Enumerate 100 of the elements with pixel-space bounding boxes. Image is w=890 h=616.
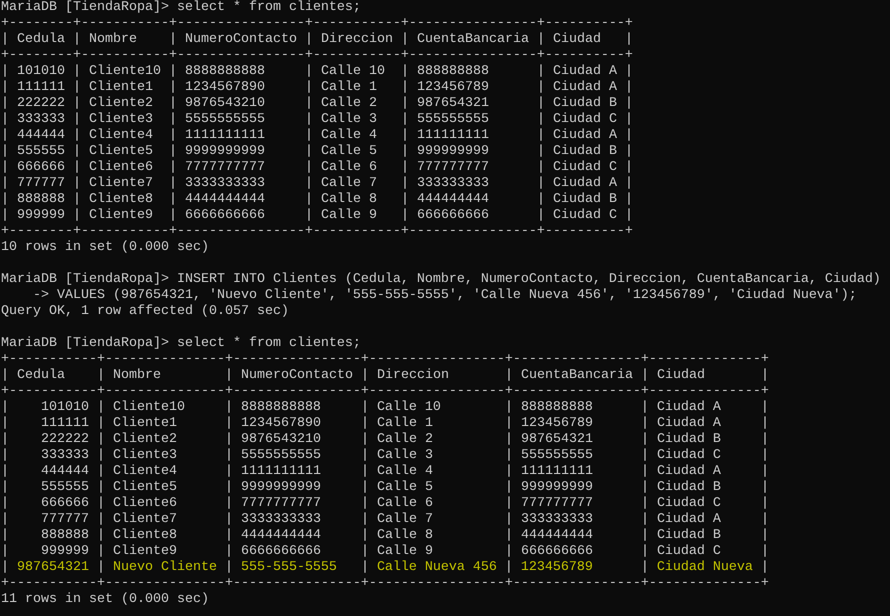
table-cell: 5555555555 — [240, 448, 321, 463]
table-cell: Calle 3 — [376, 448, 433, 463]
column-header: NumeroContacto — [241, 368, 353, 383]
table-border: +-----------+---------------+----------------+-----------------+----------------+--------------+ — [1, 352, 769, 367]
table-cell-text: 666666 — [40, 496, 89, 512]
command-text: select * from clientes; — [176, 0, 361, 15]
table-cell: 888888888 — [416, 64, 489, 79]
table-cell: 8888888888 — [240, 400, 321, 415]
table-cell: Cliente2 — [112, 432, 177, 447]
table-cell: 9876543210 — [185, 96, 265, 111]
table-cell: 888888888 — [520, 400, 593, 415]
column-header: Ciudad — [656, 368, 705, 383]
table-cell: 444444 — [17, 128, 65, 143]
table-cell: Calle 4 — [376, 464, 433, 479]
table-cell: Calle 10 — [376, 400, 441, 415]
table-cell: Cliente9 — [112, 544, 177, 559]
column-header: Nombre — [113, 368, 161, 383]
table-cell: 9876543210 — [240, 432, 321, 447]
table-cell: 987654321 — [520, 432, 593, 447]
table-cell: 555555555 — [416, 112, 489, 127]
table-cell: Ciudad A — [656, 400, 721, 415]
table-cell: Ciudad C — [552, 208, 617, 223]
table-cell: Calle 2 — [376, 432, 433, 447]
table-cell: 123456789 — [416, 80, 489, 95]
table-cell: Ciudad B — [656, 480, 721, 495]
table-cell: Calle 4 — [320, 128, 377, 143]
table-cell: 222222 — [17, 96, 65, 111]
table-cell: Ciudad A — [552, 80, 617, 95]
table-cell: Ciudad B — [552, 96, 617, 111]
table-cell: 1111111111 — [240, 464, 321, 479]
table-cell: Ciudad B — [656, 432, 721, 447]
table-cell: 1234567890 — [240, 416, 321, 431]
table-cell: Calle 9 — [320, 208, 377, 223]
output-message: 11 rows in set (0.000 sec) — [1, 592, 209, 607]
table-cell: Ciudad C — [656, 544, 721, 559]
table-cell: 999999 — [17, 208, 65, 223]
table-cell-text: 101010 — [40, 400, 89, 416]
table-cell: 333333333 — [520, 512, 593, 527]
column-header: NumeroContacto — [185, 32, 297, 47]
table-cell: Ciudad A — [656, 416, 721, 431]
column-header: Nombre — [89, 32, 137, 47]
table-cell: Cliente10 — [112, 400, 185, 415]
table-cell: 555555555 — [520, 448, 593, 463]
table-border: +--------+-----------+----------------+-----------+----------------+----------+ — [1, 224, 633, 239]
table-cell: 555555 — [17, 144, 65, 159]
table-cell: 9999999999 — [240, 480, 321, 495]
table-cell: Ciudad C — [656, 496, 721, 511]
command-text: INSERT INTO Clientes (Cedula, Nombre, NumeroContacto, Direccion, CuentaBancaria, Ciudad) — [176, 272, 881, 287]
table-cell: 111111 — [17, 80, 65, 95]
table-cell: 999999999 — [416, 144, 489, 159]
command-text: VALUES (987654321, 'Nuevo Cliente', '555-555-5555', 'Calle Nueva 456', '123456789', 'Ciudad Nueva'); — [56, 288, 857, 303]
table-cell-text: 111111 — [40, 416, 89, 432]
column-header: CuentaBancaria — [520, 368, 633, 383]
table-cell: Ciudad B — [552, 192, 617, 207]
prompt: MariaDB [TiendaRopa]> — [1, 0, 169, 15]
table-cell: 4444444444 — [240, 528, 321, 543]
table-cell: Ciudad A — [552, 64, 617, 79]
table-cell: Ciudad Nueva — [656, 560, 753, 575]
prompt: -> — [32, 288, 49, 303]
table-cell: 3333333333 — [185, 176, 265, 191]
table-cell: 123456789 — [520, 560, 593, 575]
table-cell: Cliente1 — [89, 80, 153, 95]
table-cell: Ciudad A — [656, 464, 721, 479]
table-cell: 111111111 — [416, 128, 489, 143]
table-cell: Cliente7 — [112, 512, 177, 527]
table-cell: Ciudad A — [656, 512, 721, 527]
table-cell: 987654321 — [416, 96, 489, 111]
table-cell: 777777777 — [520, 496, 593, 511]
column-header: Cedula — [17, 368, 65, 383]
table-cell-text: 444444 — [40, 464, 89, 480]
table-cell: 333333 — [17, 112, 65, 127]
table-cell: 666666 — [17, 160, 65, 175]
table-cell: Cliente4 — [89, 128, 153, 143]
table-cell: Cliente5 — [89, 144, 153, 159]
column-header: Direccion — [320, 32, 393, 47]
table-cell: 999999999 — [520, 480, 593, 495]
table-cell: Calle 1 — [320, 80, 377, 95]
table-cell-text: 777777 — [40, 512, 89, 528]
table-border: +--------+-----------+----------------+-----------+----------------+----------+ — [1, 48, 633, 63]
table-cell-text: 222222 — [40, 432, 89, 448]
output-message: Query OK, 1 row affected (0.057 sec) — [1, 304, 289, 319]
table-cell: Calle 6 — [376, 496, 433, 511]
table-cell: Cliente3 — [89, 112, 153, 127]
table-cell: Ciudad C — [656, 448, 721, 463]
table-cell: Calle 8 — [320, 192, 377, 207]
table-cell-text: 999999 — [40, 544, 89, 560]
table-cell: Cliente1 — [112, 416, 177, 431]
table-cell: Calle 6 — [320, 160, 377, 175]
table-cell: Calle 5 — [376, 480, 433, 495]
table-cell: 888888 — [17, 192, 65, 207]
table-cell: Calle 2 — [320, 96, 377, 111]
table-cell: Calle 7 — [320, 176, 377, 191]
table-cell: Cliente3 — [112, 448, 177, 463]
table-cell: Calle 1 — [376, 416, 433, 431]
table-cell-text: 888888 — [40, 528, 89, 544]
prompt: MariaDB [TiendaRopa]> — [1, 336, 169, 351]
table-cell: 3333333333 — [240, 512, 321, 527]
table-cell: 5555555555 — [185, 112, 265, 127]
table-cell: 6666666666 — [240, 544, 321, 559]
table-cell: 1234567890 — [185, 80, 265, 95]
